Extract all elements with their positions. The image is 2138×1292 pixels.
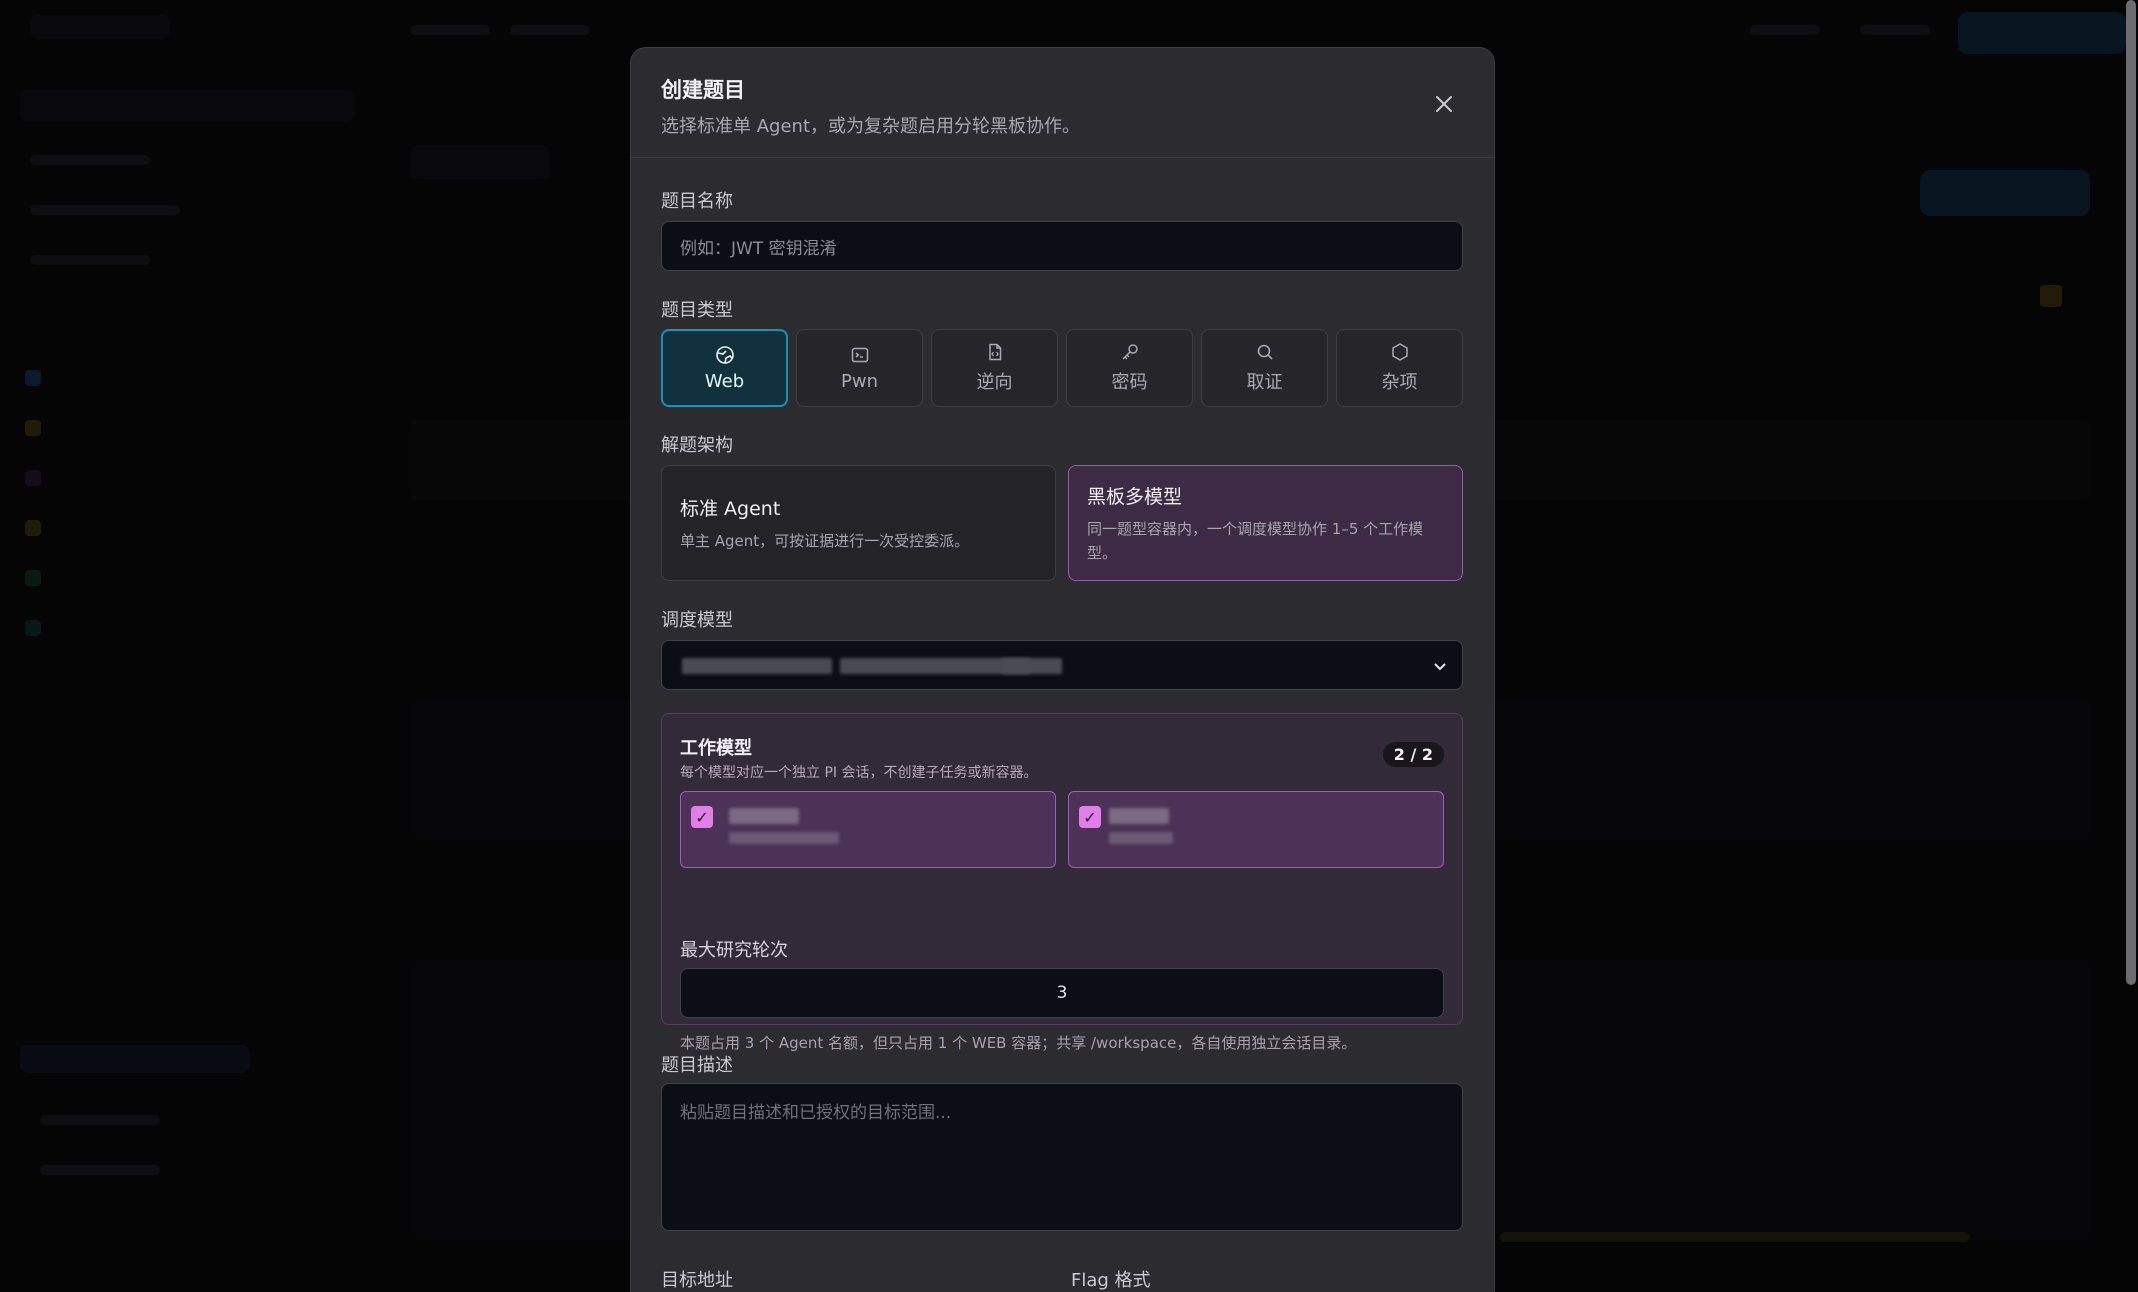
key-icon <box>1121 344 1138 360</box>
hexagon-icon <box>1391 343 1408 361</box>
max-rounds-input[interactable]: 3 <box>680 968 1444 1018</box>
modal-subtitle: 选择标准单 Agent，或为复杂题启用分轮黑板协作。 <box>661 116 1080 137</box>
redacted-value <box>1109 832 1173 844</box>
type-label: 题目类型 <box>661 300 733 321</box>
type-option-crypto[interactable]: 密码 <box>1066 329 1193 407</box>
worker-quota-note: 本题占用 3 个 Agent 名额，但只占用 1 个 WEB 容器；共享 /wo… <box>680 1034 1357 1052</box>
worker-count-badge: 2 / 2 <box>1382 742 1444 767</box>
type-option-label: Pwn <box>841 370 878 392</box>
arch-option-title: 黑板多模型 <box>1087 486 1183 508</box>
type-option-misc[interactable]: 杂项 <box>1336 329 1463 407</box>
arch-option-standard[interactable]: 标准 Agent 单主 Agent，可按证据进行一次受控委派。 <box>661 465 1056 581</box>
target-label: 目标地址 <box>661 1270 733 1291</box>
type-option-label: 密码 <box>1111 372 1148 393</box>
type-option-reverse[interactable]: 逆向 <box>931 329 1058 407</box>
worker-title: 工作模型 <box>680 738 752 759</box>
type-option-label: 取证 <box>1246 372 1283 393</box>
terminal-icon <box>851 347 868 362</box>
type-option-forensics[interactable]: 取证 <box>1201 329 1328 407</box>
redacted-value <box>1109 808 1169 824</box>
checkbox-checked-icon[interactable]: ✓ <box>1079 806 1101 828</box>
description-textarea[interactable]: 粘贴题目描述和已授权的目标范围... <box>661 1083 1463 1231</box>
chevron-down-icon <box>1434 663 1446 671</box>
close-icon <box>1436 96 1452 112</box>
scheduler-select[interactable] <box>661 640 1463 690</box>
type-option-pwn[interactable]: Pwn <box>796 329 923 407</box>
file-code-icon <box>988 343 1001 361</box>
max-rounds-value: 3 <box>1056 983 1068 1003</box>
name-input[interactable]: 例如：JWT 密钥混淆 <box>661 221 1463 271</box>
modal-header: 创建题目 选择标准单 Agent，或为复杂题启用分轮黑板协作。 <box>631 48 1494 158</box>
worker-model-option[interactable]: ✓ <box>680 791 1056 868</box>
arch-option-desc: 单主 Agent，可按证据进行一次受控委派。 <box>680 532 970 550</box>
redacted-value <box>729 832 839 844</box>
description-placeholder: 粘贴题目描述和已授权的目标范围... <box>680 1103 952 1123</box>
redacted-value <box>1002 658 1062 674</box>
create-challenge-modal: 创建题目 选择标准单 Agent，或为复杂题启用分轮黑板协作。 题目名称 例如：… <box>630 47 1495 1292</box>
worker-subtitle: 每个模型对应一个独立 PI 会话，不创建子任务或新容器。 <box>680 765 1038 781</box>
redacted-value <box>729 808 799 824</box>
type-option-label: Web <box>704 370 745 392</box>
checkbox-checked-icon[interactable]: ✓ <box>691 806 713 828</box>
redacted-value <box>682 658 832 674</box>
worker-models-panel: 工作模型 每个模型对应一个独立 PI 会话，不创建子任务或新容器。 2 / 2 … <box>661 713 1463 1052</box>
type-option-label: 逆向 <box>976 372 1013 393</box>
globe-icon <box>715 345 734 364</box>
search-icon <box>1257 344 1273 360</box>
close-button[interactable] <box>1430 90 1458 118</box>
arch-option-title: 标准 Agent <box>680 498 781 520</box>
description-label: 题目描述 <box>661 1055 733 1076</box>
max-rounds-label: 最大研究轮次 <box>680 940 788 961</box>
name-placeholder: 例如：JWT 密钥混淆 <box>680 238 837 259</box>
flag-format-label: Flag 格式 <box>1071 1270 1151 1291</box>
modal-title: 创建题目 <box>661 78 745 102</box>
arch-option-desc: 同一题型容器内，一个调度模型协作 1–5 个工作模型。 <box>1087 520 1424 562</box>
type-option-label: 杂项 <box>1381 372 1418 393</box>
page-scrollbar[interactable] <box>2126 0 2136 985</box>
type-option-web[interactable]: Web <box>661 329 788 407</box>
arch-label: 解题架构 <box>661 435 733 456</box>
worker-model-option[interactable]: ✓ <box>1068 791 1444 868</box>
scheduler-label: 调度模型 <box>661 610 733 631</box>
name-label: 题目名称 <box>661 191 733 212</box>
arch-option-blackboard[interactable]: 黑板多模型 同一题型容器内，一个调度模型协作 1–5 个工作模型。 <box>1068 465 1463 581</box>
